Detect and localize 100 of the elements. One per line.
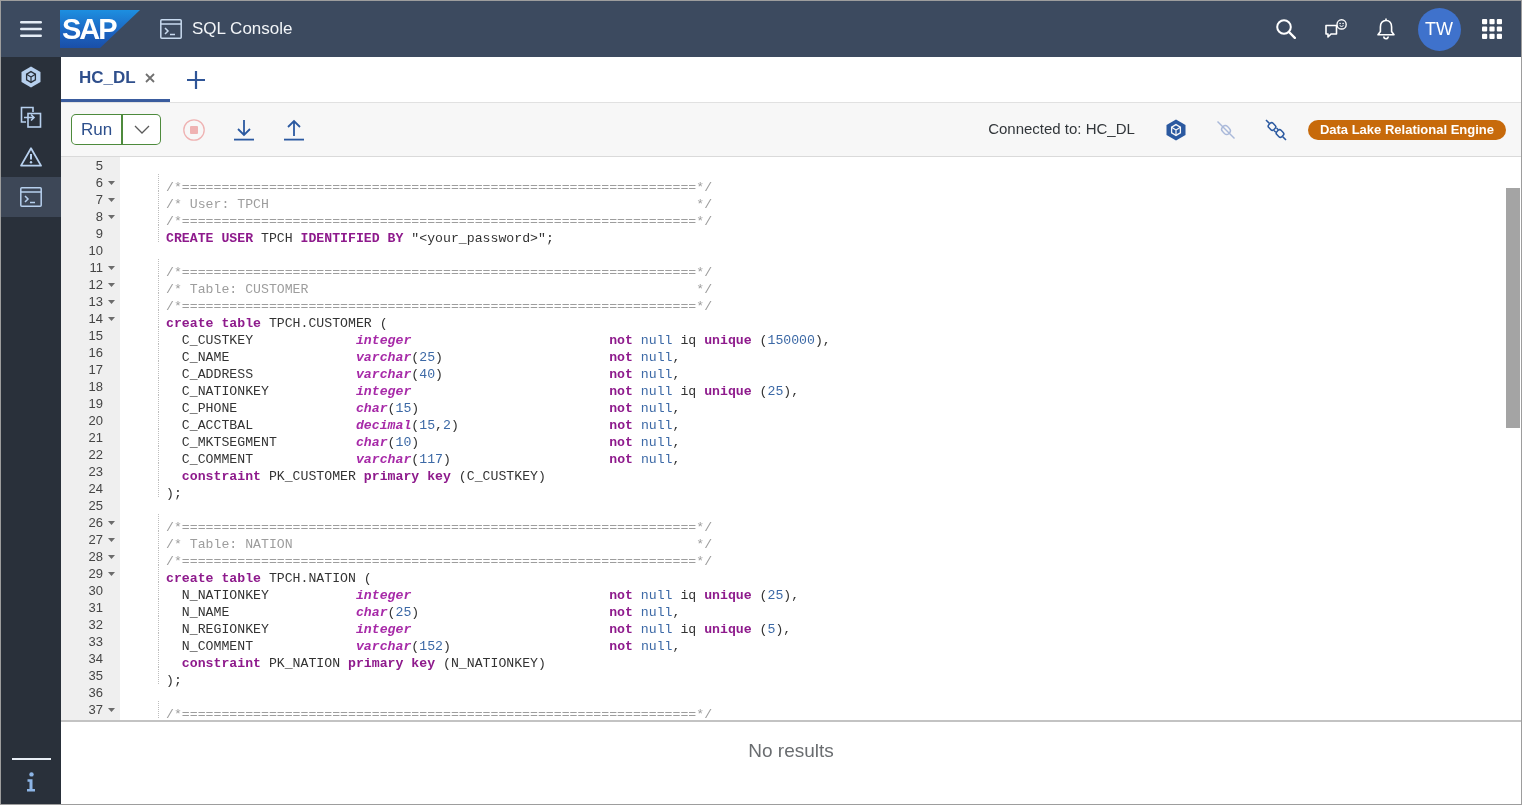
fold-caret-icon[interactable] bbox=[108, 299, 115, 304]
line-number: 30 bbox=[88, 582, 103, 599]
scrollbar[interactable] bbox=[1506, 188, 1520, 428]
code-line: /* Table: CUSTOMER */ bbox=[166, 282, 713, 297]
code-line: N_COMMENT varchar(152) not null, bbox=[180, 639, 681, 654]
upload-icon[interactable] bbox=[283, 118, 306, 141]
line-number: 19 bbox=[88, 395, 103, 412]
menu-icon[interactable] bbox=[19, 21, 42, 37]
line-number: 18 bbox=[88, 378, 103, 395]
line-number: 29 bbox=[88, 565, 103, 582]
arrow-box-icon[interactable] bbox=[20, 106, 42, 128]
code-line: /*=================================================================*/ bbox=[166, 265, 713, 280]
code-line: constraint PK_NATION primary key (N_NATIONKEY) bbox=[180, 656, 546, 671]
run-button[interactable]: Run bbox=[71, 114, 124, 145]
line-number: 10 bbox=[88, 242, 103, 259]
close-icon[interactable] bbox=[144, 73, 155, 83]
code-line: /*=================================================================*/ bbox=[166, 554, 713, 569]
code-line: N_NATIONKEY integer not null iq unique (25), bbox=[180, 588, 800, 603]
line-number: 7 bbox=[95, 191, 103, 208]
code-line: C_NAME varchar(25) not null, bbox=[180, 350, 681, 365]
code-line: constraint PK_CUSTOMER primary key (C_CUSTKEY) bbox=[180, 469, 546, 484]
connection-status: Connected to: HC_DL bbox=[988, 119, 1135, 140]
code-line: /* Table: NATION */ bbox=[166, 537, 713, 552]
dropdown-button[interactable] bbox=[123, 114, 162, 145]
line-number: 6 bbox=[95, 174, 103, 191]
app-title: SQL Console bbox=[192, 18, 293, 41]
line-number: 28 bbox=[88, 548, 103, 565]
code-line: /*=================================================================*/ bbox=[166, 520, 713, 535]
line-number: 25 bbox=[88, 497, 103, 514]
fold-caret-icon[interactable] bbox=[108, 571, 115, 576]
code-line: ); bbox=[166, 486, 182, 501]
fold-caret-icon[interactable] bbox=[108, 197, 115, 202]
code-line: C_MKTSEGMENT char(10) not null, bbox=[180, 435, 681, 450]
speech-bubble-icon[interactable] bbox=[1325, 19, 1347, 39]
line-number: 14 bbox=[88, 310, 103, 327]
hexagon-cube-icon[interactable] bbox=[1165, 118, 1186, 141]
code-line: create table TPCH.NATION ( bbox=[166, 571, 372, 586]
line-number: 11 bbox=[89, 259, 103, 276]
terminal-icon[interactable] bbox=[160, 19, 182, 39]
code-line: C_ACCTBAL decimal(15,2) not null, bbox=[180, 418, 681, 433]
line-number: 37 bbox=[88, 701, 103, 718]
line-number: 24 bbox=[88, 480, 103, 497]
empty-results-message: No results bbox=[748, 739, 834, 763]
bell-icon[interactable] bbox=[1376, 18, 1396, 40]
line-number: 20 bbox=[88, 412, 103, 429]
code-line: /*=================================================================*/ bbox=[166, 214, 713, 229]
code-line: create table TPCH.CUSTOMER ( bbox=[166, 316, 388, 331]
code-line: C_PHONE char(15) not null, bbox=[180, 401, 681, 416]
fold-caret-icon[interactable] bbox=[108, 537, 115, 542]
fold-caret-icon[interactable] bbox=[108, 282, 115, 287]
line-number: 8 bbox=[95, 208, 103, 225]
code-line: N_NAME char(25) not null, bbox=[180, 605, 681, 620]
line-number: 26 bbox=[88, 514, 103, 531]
code-line: C_NATIONKEY integer not null iq unique (25), bbox=[180, 384, 800, 399]
code-line: /* User: TPCH */ bbox=[166, 197, 713, 212]
line-number: 22 bbox=[88, 446, 103, 463]
fold-caret-icon[interactable] bbox=[108, 554, 115, 559]
line-number: 35 bbox=[88, 667, 103, 684]
code-line: N_REGIONKEY integer not null iq unique (5), bbox=[180, 622, 792, 637]
engine-badge: Data Lake Relational Engine bbox=[1307, 119, 1506, 140]
warning-icon[interactable] bbox=[20, 147, 42, 167]
fold-caret-icon[interactable] bbox=[108, 180, 115, 185]
line-number: 27 bbox=[88, 531, 103, 548]
line-number: 31 bbox=[88, 599, 103, 616]
line-number: 5 bbox=[95, 157, 103, 174]
line-number: 9 bbox=[95, 225, 103, 242]
code-line: /*=================================================================*/ bbox=[166, 180, 713, 195]
code-line: /*=================================================================*/ bbox=[166, 299, 713, 314]
search-icon[interactable] bbox=[1276, 19, 1296, 39]
line-number: 34 bbox=[88, 650, 103, 667]
fold-caret-icon[interactable] bbox=[108, 265, 115, 270]
terminal-icon[interactable] bbox=[20, 187, 42, 207]
line-number: 21 bbox=[88, 429, 103, 446]
code-line: C_COMMENT varchar(117) not null, bbox=[180, 452, 681, 467]
fold-caret-icon[interactable] bbox=[108, 707, 115, 712]
code-line: C_CUSTKEY integer not null iq unique (150000), bbox=[180, 333, 831, 348]
line-number: 16 bbox=[88, 344, 103, 361]
link-icon[interactable] bbox=[1264, 118, 1287, 141]
chevron-icon[interactable] bbox=[133, 125, 150, 134]
download-icon[interactable] bbox=[233, 118, 256, 141]
user-avatar[interactable]: TW bbox=[1417, 7, 1461, 51]
line-number: 17 bbox=[88, 361, 103, 378]
grid-icon[interactable] bbox=[1482, 19, 1502, 39]
code-line: ); bbox=[166, 673, 182, 688]
line-number: 33 bbox=[88, 633, 103, 650]
hexagon-cube-icon[interactable] bbox=[21, 66, 41, 88]
line-number: 23 bbox=[88, 463, 103, 480]
fold-caret-icon[interactable] bbox=[108, 214, 115, 219]
code-line: CREATE USER TPCH IDENTIFIED BY "<your_password>"; bbox=[166, 231, 554, 246]
info-icon[interactable] bbox=[26, 772, 36, 792]
line-number: 12 bbox=[88, 276, 103, 293]
fold-caret-icon[interactable] bbox=[108, 316, 115, 321]
line-number: 36 bbox=[88, 684, 103, 701]
code-line: C_ADDRESS varchar(40) not null, bbox=[180, 367, 681, 382]
sidebar-item[interactable] bbox=[1, 177, 61, 217]
code-line: /*=================================================================*/ bbox=[166, 707, 713, 722]
company-logo[interactable]: SAP bbox=[60, 10, 140, 48]
line-number: 15 bbox=[88, 327, 103, 344]
add-icon[interactable] bbox=[187, 70, 205, 89]
fold-caret-icon[interactable] bbox=[108, 520, 115, 525]
